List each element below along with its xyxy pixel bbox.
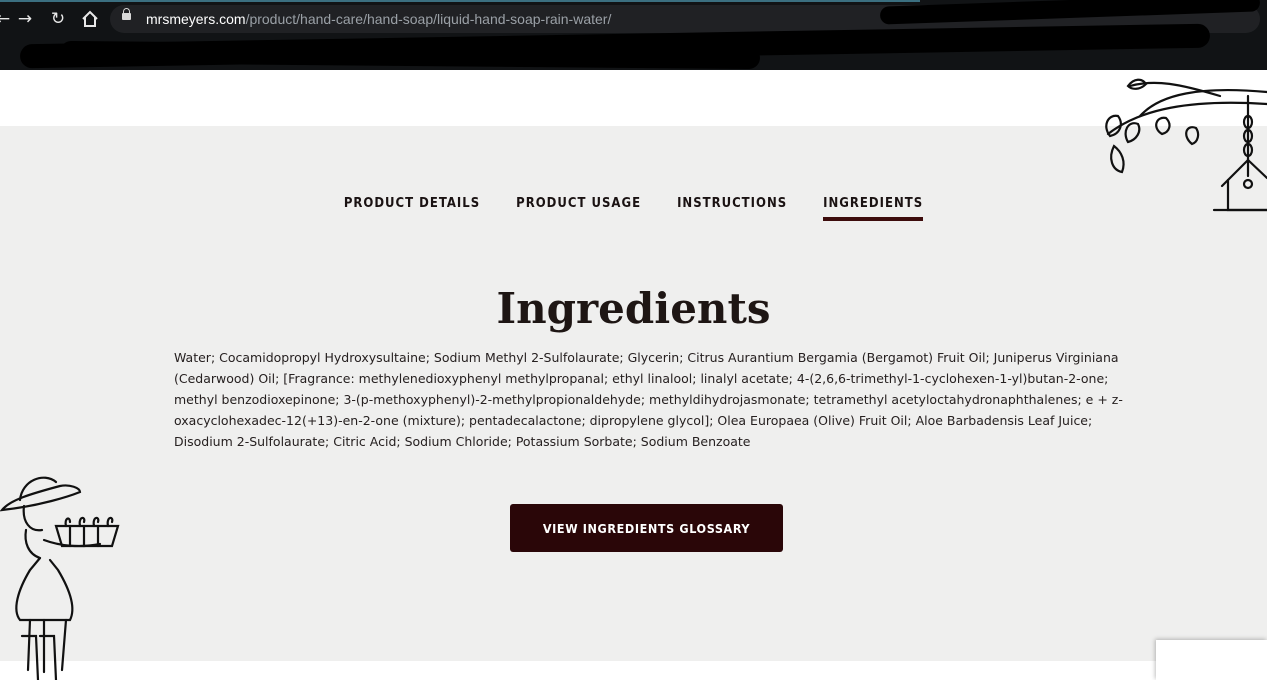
forward-arrow-icon[interactable]: → [12,6,38,32]
tab-strip-edge [0,0,920,2]
corner-widget[interactable] [1156,640,1267,680]
url-domain: mrsmeyers.com [146,11,246,27]
home-icon[interactable] [77,6,103,32]
birdhouse-illustration [1105,78,1267,212]
gardener-illustration [0,476,120,680]
product-tabs: PRODUCT DETAILS PRODUCT USAGE INSTRUCTIO… [0,196,1267,221]
browser-chrome: ← → ↻ mrsmeyers.com/product/hand-care/ha… [0,0,1267,70]
page-title: Ingredients [496,284,771,333]
ingredients-list: Water; Cocamidopropyl Hydroxysultaine; S… [174,350,1123,449]
tab-instructions[interactable]: INSTRUCTIONS [677,196,787,221]
tab-product-details[interactable]: PRODUCT DETAILS [344,196,480,221]
tab-ingredients[interactable]: INGREDIENTS [823,196,924,221]
lock-icon [122,8,131,20]
site-header [0,70,1267,126]
view-ingredients-glossary-button[interactable]: VIEW INGREDIENTS GLOSSARY [510,504,783,552]
url-text: mrsmeyers.com/product/hand-care/hand-soa… [146,11,611,27]
tab-product-usage[interactable]: PRODUCT USAGE [516,196,641,221]
reload-icon[interactable]: ↻ [45,6,71,32]
footer-strip [0,661,1267,680]
url-path: /product/hand-care/hand-soap/liquid-hand… [245,11,612,27]
